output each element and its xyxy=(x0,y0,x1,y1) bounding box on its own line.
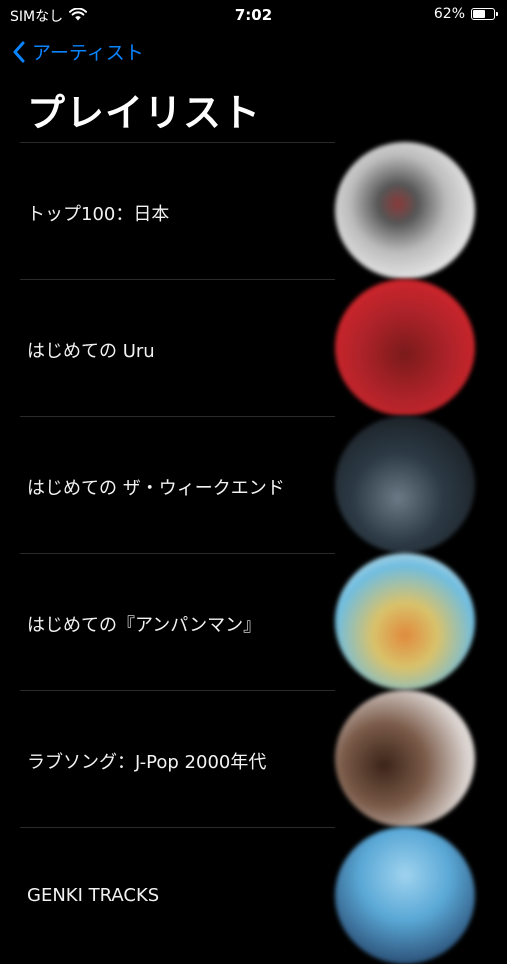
row-divider xyxy=(20,827,335,828)
playlist-title: はじめての『アンパンマン』 xyxy=(27,615,262,636)
status-time: 7:02 xyxy=(234,6,273,24)
playlist-title: GENKI TRACKS xyxy=(27,885,160,906)
back-button-label: アーティスト xyxy=(32,42,144,64)
battery-icon xyxy=(471,8,498,20)
playlist-row[interactable]: ラブソング：J-Pop 2000年代 xyxy=(0,690,507,827)
playlist-title: トップ100：日本 xyxy=(27,204,170,225)
row-divider xyxy=(20,690,335,691)
playlist-title: はじめての Uru xyxy=(27,341,155,362)
playlist-artwork xyxy=(335,416,475,553)
row-divider xyxy=(20,142,335,143)
battery-cap xyxy=(496,12,498,16)
chevron-left-icon xyxy=(12,41,26,63)
playlist-title: はじめての ザ・ウィークエンド xyxy=(27,478,285,499)
back-button[interactable]: アーティスト xyxy=(12,38,144,65)
playlist-artwork xyxy=(335,279,475,416)
playlist-list: トップ100：日本 はじめての Uru はじめての ザ・ウィークエンド はじめて… xyxy=(0,142,507,964)
row-divider xyxy=(20,553,335,554)
battery-fill xyxy=(473,10,486,18)
playlist-artwork xyxy=(335,827,475,964)
playlist-artwork xyxy=(335,553,475,690)
playlist-row[interactable]: トップ100：日本 xyxy=(0,142,507,279)
status-right: 62% xyxy=(433,6,498,22)
row-divider xyxy=(20,416,335,417)
playlist-row[interactable]: GENKI TRACKS xyxy=(0,827,507,964)
battery-percentage: 62% xyxy=(433,6,465,22)
playlist-artwork xyxy=(335,142,475,279)
playlist-row[interactable]: はじめての Uru xyxy=(0,279,507,416)
row-divider xyxy=(20,279,335,280)
playlist-row[interactable]: はじめての ザ・ウィークエンド xyxy=(0,416,507,553)
playlist-artwork xyxy=(335,690,475,827)
playlist-title: ラブソング：J-Pop 2000年代 xyxy=(27,752,267,773)
page-title: プレイリスト xyxy=(27,91,262,135)
status-bar: SIMなし 7:02 62% xyxy=(0,0,507,30)
playlist-row[interactable]: はじめての『アンパンマン』 xyxy=(0,553,507,690)
